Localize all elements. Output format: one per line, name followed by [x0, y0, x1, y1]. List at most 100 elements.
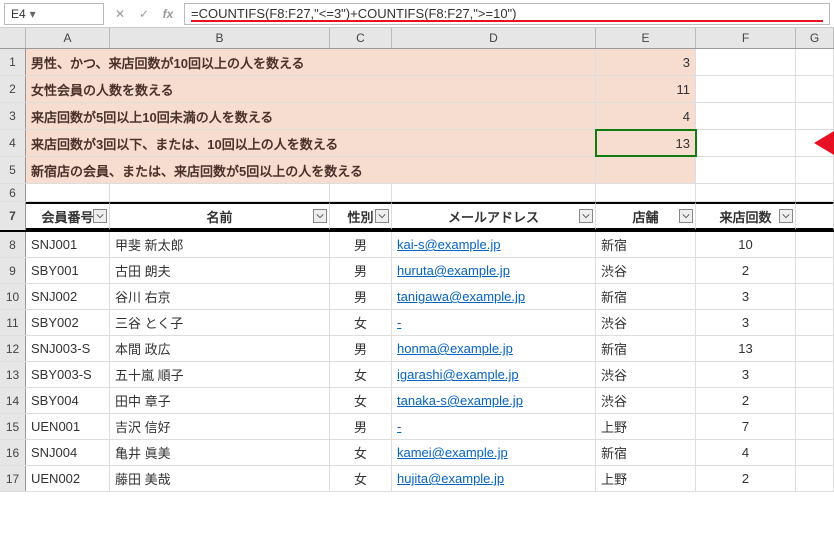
col-F[interactable]: F: [696, 28, 796, 48]
cell-store[interactable]: 上野: [596, 414, 696, 439]
filter-icon[interactable]: [313, 209, 327, 223]
col-C[interactable]: C: [330, 28, 392, 48]
cell-id[interactable]: SBY001: [26, 258, 110, 283]
cell-id[interactable]: SBY002: [26, 310, 110, 335]
cell-sex[interactable]: 男: [330, 258, 392, 283]
summary-label[interactable]: 来店回数が5回以上10回未満の人を数える: [26, 103, 596, 129]
mail-link[interactable]: igarashi@example.jp: [397, 367, 519, 382]
col-E[interactable]: E: [596, 28, 696, 48]
row-num[interactable]: 15: [0, 414, 26, 439]
confirm-icon[interactable]: ✓: [132, 3, 156, 25]
row-num[interactable]: 13: [0, 362, 26, 387]
cell-mail[interactable]: huruta@example.jp: [392, 258, 596, 283]
cell-name[interactable]: 吉沢 信好: [110, 414, 330, 439]
cell-id[interactable]: SBY003-S: [26, 362, 110, 387]
summary-label[interactable]: 来店回数が3回以下、または、10回以上の人を数える: [26, 130, 596, 156]
cell-store[interactable]: 新宿: [596, 336, 696, 361]
cell-mail[interactable]: hujita@example.jp: [392, 466, 596, 491]
cell-id[interactable]: SBY004: [26, 388, 110, 413]
summary-label[interactable]: 新宿店の会員、または、来店回数が5回以上の人を数える: [26, 157, 596, 183]
cell-id[interactable]: UEN001: [26, 414, 110, 439]
cell-sex[interactable]: 女: [330, 310, 392, 335]
cell-sex[interactable]: 女: [330, 362, 392, 387]
cell-store[interactable]: 上野: [596, 466, 696, 491]
col-B[interactable]: B: [110, 28, 330, 48]
cell-id[interactable]: SNJ002: [26, 284, 110, 309]
filter-icon[interactable]: [679, 209, 693, 223]
cell-sex[interactable]: 女: [330, 466, 392, 491]
cancel-icon[interactable]: ✕: [108, 3, 132, 25]
cell-name[interactable]: 亀井 眞美: [110, 440, 330, 465]
cell-name[interactable]: 五十嵐 順子: [110, 362, 330, 387]
cell-id[interactable]: SNJ001: [26, 232, 110, 257]
cell-mail[interactable]: -: [392, 310, 596, 335]
cell-store[interactable]: 渋谷: [596, 258, 696, 283]
hdr-store[interactable]: 店舗: [596, 202, 696, 230]
cell-mail[interactable]: kamei@example.jp: [392, 440, 596, 465]
cell-id[interactable]: SNJ003-S: [26, 336, 110, 361]
cell-mail[interactable]: tanaka-s@example.jp: [392, 388, 596, 413]
cell-name[interactable]: 三谷 とく子: [110, 310, 330, 335]
cell-store[interactable]: 渋谷: [596, 388, 696, 413]
summary-val[interactable]: [596, 157, 696, 183]
mail-link[interactable]: huruta@example.jp: [397, 263, 510, 278]
row-num[interactable]: 5: [0, 157, 26, 183]
hdr-sex[interactable]: 性別: [330, 202, 392, 230]
cell-name[interactable]: 甲斐 新太郎: [110, 232, 330, 257]
row-num[interactable]: 17: [0, 466, 26, 491]
row-num[interactable]: 1: [0, 49, 26, 75]
cell-sex[interactable]: 女: [330, 388, 392, 413]
cell-mail[interactable]: tanigawa@example.jp: [392, 284, 596, 309]
cell-visits[interactable]: 13: [696, 336, 796, 361]
row-num[interactable]: 10: [0, 284, 26, 309]
cell-mail[interactable]: kai-s@example.jp: [392, 232, 596, 257]
cell-name[interactable]: 藤田 美哉: [110, 466, 330, 491]
cell-visits[interactable]: 10: [696, 232, 796, 257]
filter-icon[interactable]: [779, 209, 793, 223]
mail-link[interactable]: -: [397, 315, 401, 330]
cell-visits[interactable]: 3: [696, 284, 796, 309]
summary-val[interactable]: 4: [596, 103, 696, 129]
row-num[interactable]: 16: [0, 440, 26, 465]
cell-mail[interactable]: honma@example.jp: [392, 336, 596, 361]
filter-icon[interactable]: [579, 209, 593, 223]
mail-link[interactable]: honma@example.jp: [397, 341, 513, 356]
select-all[interactable]: [0, 28, 26, 48]
summary-label[interactable]: 女性会員の人数を数える: [26, 76, 596, 102]
selected-cell[interactable]: 13: [596, 130, 696, 156]
cell-sex[interactable]: 男: [330, 232, 392, 257]
dropdown-icon[interactable]: ▾: [26, 7, 40, 21]
row-num[interactable]: 2: [0, 76, 26, 102]
cell-visits[interactable]: 2: [696, 466, 796, 491]
cell-store[interactable]: 新宿: [596, 440, 696, 465]
cell-name[interactable]: 本間 政広: [110, 336, 330, 361]
cell-sex[interactable]: 男: [330, 336, 392, 361]
cell-sex[interactable]: 女: [330, 440, 392, 465]
cell-mail[interactable]: igarashi@example.jp: [392, 362, 596, 387]
mail-link[interactable]: kai-s@example.jp: [397, 237, 501, 252]
row-num[interactable]: 4: [0, 130, 26, 156]
hdr-id[interactable]: 会員番号: [26, 202, 110, 230]
mail-link[interactable]: kamei@example.jp: [397, 445, 508, 460]
row-num[interactable]: 8: [0, 232, 26, 257]
hdr-name[interactable]: 名前: [110, 202, 330, 230]
cell-store[interactable]: 渋谷: [596, 310, 696, 335]
cell-sex[interactable]: 男: [330, 414, 392, 439]
cell-name[interactable]: 古田 朗夫: [110, 258, 330, 283]
cell-mail[interactable]: -: [392, 414, 596, 439]
cell-id[interactable]: SNJ004: [26, 440, 110, 465]
cell-store[interactable]: 渋谷: [596, 362, 696, 387]
mail-link[interactable]: -: [397, 419, 401, 434]
row-num[interactable]: 9: [0, 258, 26, 283]
cell-visits[interactable]: 3: [696, 310, 796, 335]
cell-visits[interactable]: 7: [696, 414, 796, 439]
cell-name[interactable]: 田中 章子: [110, 388, 330, 413]
summary-label[interactable]: 男性、かつ、来店回数が10回以上の人を数える: [26, 49, 596, 75]
row-num[interactable]: 11: [0, 310, 26, 335]
mail-link[interactable]: tanaka-s@example.jp: [397, 393, 523, 408]
row-num[interactable]: 3: [0, 103, 26, 129]
cell-sex[interactable]: 男: [330, 284, 392, 309]
col-G[interactable]: G: [796, 28, 834, 48]
mail-link[interactable]: tanigawa@example.jp: [397, 289, 525, 304]
filter-icon[interactable]: [93, 209, 107, 223]
